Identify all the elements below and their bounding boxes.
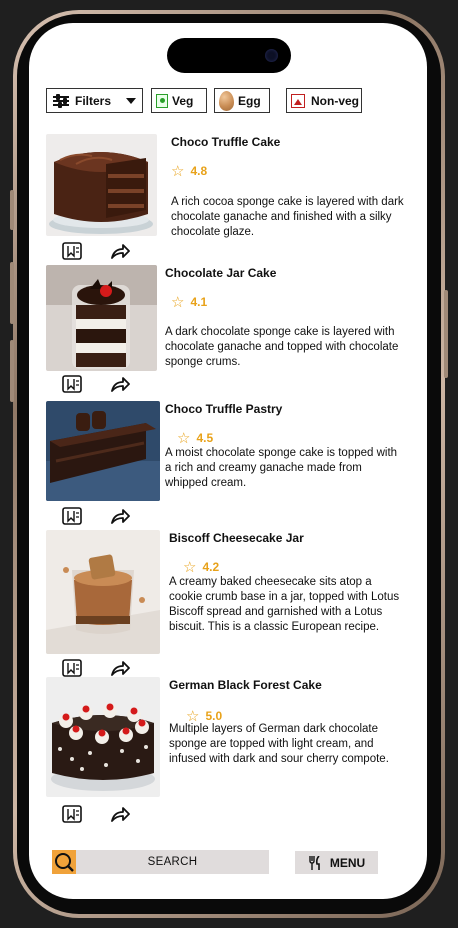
bookmark-icon[interactable] (62, 375, 82, 393)
sliders-icon (53, 93, 69, 108)
star-icon: ☆ (183, 559, 197, 576)
item-description: A dark chocolate sponge cake is layered … (165, 326, 399, 368)
star-icon: ☆ (171, 163, 185, 180)
cake-image[interactable] (46, 265, 157, 371)
share-icon[interactable] (110, 806, 130, 822)
search-bar[interactable]: SEARCH (52, 850, 269, 874)
volume-up-button (10, 262, 14, 324)
search-label: SEARCH (147, 856, 198, 868)
power-button (444, 290, 448, 378)
list-item: Choco Truffle Pastry ☆ 4.5 A moist choco… (46, 401, 406, 531)
chevron-down-icon (126, 98, 136, 104)
share-icon[interactable] (110, 376, 130, 392)
item-description: A rich cocoa sponge cake is layered with… (171, 196, 404, 238)
rating-value: 5.0 (205, 709, 223, 723)
volume-down-button (10, 340, 14, 402)
share-icon[interactable] (110, 508, 130, 524)
item-title: Choco Truffle Cake (171, 135, 281, 149)
cake-image[interactable] (46, 401, 160, 501)
item-actions (62, 375, 130, 393)
egg-label: Egg (238, 93, 261, 108)
veg-filter-chip[interactable]: Veg (151, 88, 207, 113)
veg-label: Veg (172, 93, 194, 108)
item-actions (62, 805, 130, 823)
bookmark-icon[interactable] (62, 242, 82, 260)
bookmark-icon[interactable] (62, 507, 82, 525)
share-icon[interactable] (110, 660, 130, 676)
item-title: German Black Forest Cake (169, 678, 322, 692)
item-description: A moist chocolate sponge cake is topped … (165, 447, 398, 489)
bookmark-icon[interactable] (62, 659, 82, 677)
list-item: Chocolate Jar Cake ☆ 4.1 A dark chocolat… (46, 265, 406, 395)
camera-icon (265, 49, 278, 62)
rating-value: 4.8 (190, 164, 208, 178)
item-description: Multiple layers of German dark chocolate… (169, 723, 389, 765)
menu-label: MENU (329, 855, 366, 870)
star-icon: ☆ (177, 430, 191, 447)
cake-image[interactable] (46, 134, 157, 236)
rating-value: 4.2 (202, 560, 220, 574)
list-item: Biscoff Cheesecake Jar ☆ 4.2 A creamy ba… (46, 530, 406, 680)
item-description: A creamy baked cheesecake sits atop a co… (169, 576, 400, 633)
share-icon[interactable] (110, 243, 130, 259)
rating: ☆ 4.2 (183, 558, 219, 576)
item-actions (62, 507, 130, 525)
rating: ☆ 4.5 (177, 429, 213, 447)
dynamic-island (167, 38, 291, 73)
app-screen: Filters Veg Egg Non-veg Choco Truffle Ca… (29, 23, 427, 899)
item-title: Chocolate Jar Cake (165, 266, 277, 280)
rating: ☆ 4.8 (171, 162, 207, 180)
item-title: Biscoff Cheesecake Jar (169, 531, 304, 545)
egg-filter-chip[interactable]: Egg (214, 88, 270, 113)
filters-label: Filters (75, 93, 112, 108)
filters-dropdown[interactable]: Filters (46, 88, 143, 113)
nonveg-filter-chip[interactable]: Non-veg (286, 88, 362, 113)
list-item: German Black Forest Cake ☆ 5.0 Multiple … (46, 677, 406, 827)
search-icon[interactable] (52, 850, 76, 874)
rating: ☆ 4.1 (171, 293, 207, 311)
action-button (10, 190, 14, 230)
list-item: Choco Truffle Cake ☆ 4.8 A rich cocoa sp… (46, 134, 406, 264)
rating-value: 4.1 (190, 295, 208, 309)
veg-icon (156, 93, 168, 108)
cake-image[interactable] (46, 677, 160, 797)
item-actions (62, 659, 130, 677)
cake-image[interactable] (46, 530, 160, 654)
rating-value: 4.5 (196, 431, 214, 445)
item-title: Choco Truffle Pastry (165, 402, 283, 416)
item-actions (62, 242, 130, 260)
star-icon: ☆ (171, 294, 185, 311)
fork-knife-icon (309, 855, 320, 870)
nonveg-icon (291, 93, 305, 108)
egg-icon (219, 90, 234, 111)
menu-button[interactable]: MENU (295, 851, 378, 874)
nonveg-label: Non-veg (311, 93, 359, 108)
bookmark-icon[interactable] (62, 805, 82, 823)
